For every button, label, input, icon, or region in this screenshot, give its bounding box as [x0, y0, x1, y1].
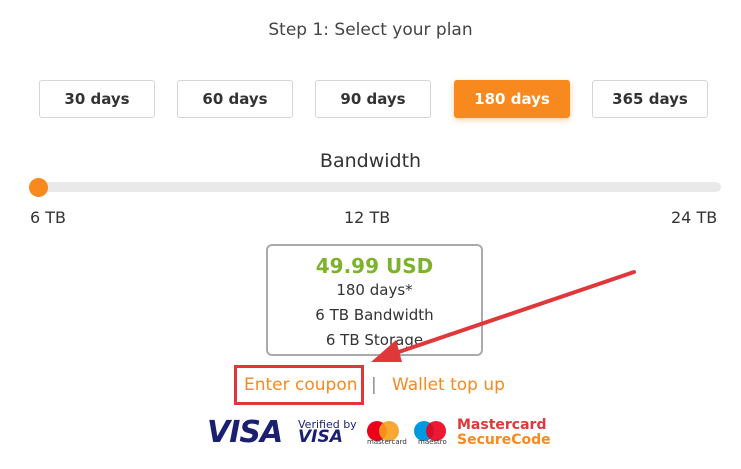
enter-coupon-link[interactable]: Enter coupon [244, 375, 358, 395]
mastercard-caption: mastercard [367, 438, 407, 446]
mastercard-securecode-logo: Mastercard SecureCode [457, 417, 551, 448]
visa-logo: VISA [207, 415, 283, 450]
wallet-top-up-link[interactable]: Wallet top up [392, 375, 505, 395]
annotation-arrow [371, 270, 636, 362]
maestro-caption: maestro [418, 438, 447, 446]
link-separator: | [371, 375, 377, 395]
verified-by-visa-logo: Verified by VISA [298, 418, 357, 447]
